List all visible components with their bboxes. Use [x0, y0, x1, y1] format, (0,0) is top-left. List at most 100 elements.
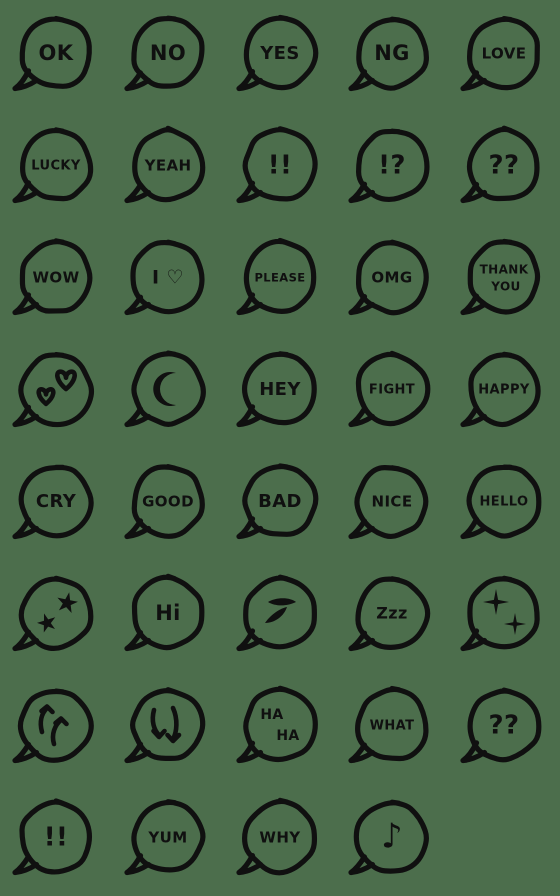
bubble-tail: [236, 628, 264, 652]
emoji-bubble-ok[interactable]: OK: [0, 0, 112, 112]
emoji-bubble-crescent-moon[interactable]: [112, 336, 224, 448]
bubble-label: OK: [39, 41, 74, 65]
emoji-bubble-nice[interactable]: NICE: [336, 448, 448, 560]
bubble-label: FIGHT: [369, 383, 415, 398]
bubble-label: OMG: [371, 269, 412, 287]
emoji-bubble-ng[interactable]: NG: [336, 0, 448, 112]
emoji-bubble-omg[interactable]: OMG: [336, 224, 448, 336]
bubble-label: HEY: [259, 379, 301, 400]
up-arrow-icon: [38, 704, 69, 747]
emoji-bubble-two-hearts[interactable]: [0, 336, 112, 448]
speech-bubble-icon: YEAH: [124, 125, 206, 204]
emoji-bubble-thank-you[interactable]: THANK YOU: [448, 224, 560, 336]
emoji-bubble-zzz[interactable]: Zzz: [336, 560, 448, 672]
bubble-outline: [467, 575, 540, 650]
bubble-label: ??: [489, 151, 520, 181]
bubble-outline: [131, 350, 206, 427]
speech-bubble-icon: YUM: [124, 799, 206, 876]
star-icon: [37, 592, 78, 633]
bubble-tail: [124, 294, 152, 316]
emoji-bubble-down-arrows[interactable]: [112, 672, 224, 784]
bubble-tail: [236, 516, 264, 540]
emoji-bubble-bad[interactable]: BAD: [224, 448, 336, 560]
speech-bubble-icon: [124, 350, 206, 428]
emoji-bubble-yeah[interactable]: YEAH: [112, 112, 224, 224]
emoji-bubble-yes[interactable]: YES: [224, 0, 336, 112]
speech-bubble-icon: ??: [460, 125, 540, 204]
emoji-bubble-ha-ha[interactable]: HA HA: [224, 672, 336, 784]
emoji-bubble-cry[interactable]: CRY: [0, 448, 112, 560]
bubble-label: ♪: [381, 817, 403, 857]
emoji-bubble-why[interactable]: WHY: [224, 784, 336, 896]
bubble-tail: [460, 405, 488, 428]
bubble-outline: [130, 687, 206, 761]
bubble-label: NICE: [372, 493, 413, 511]
speech-bubble-icon: LUCKY: [12, 127, 94, 204]
heart-icon: [36, 369, 77, 407]
emoji-bubble-hello[interactable]: HELLO: [448, 448, 560, 560]
bubble-tail: [348, 630, 376, 652]
bubble-label: Zzz: [376, 604, 407, 623]
bubble-label: I ♡: [152, 267, 184, 289]
emoji-bubble-yum[interactable]: YUM: [112, 784, 224, 896]
speech-bubble-icon: FIGHT: [348, 350, 431, 428]
emoji-bubble-good[interactable]: GOOD: [112, 448, 224, 560]
speech-bubble-icon: [460, 575, 540, 652]
bubble-label-line-2: HA: [276, 728, 299, 744]
emoji-bubble-double-exclamation[interactable]: !!: [224, 112, 336, 224]
emoji-bubble-music-note[interactable]: ♪: [336, 784, 448, 896]
bubble-label: YES: [259, 43, 300, 64]
bubble-label: LOVE: [482, 45, 527, 63]
bubble-label: WOW: [32, 269, 79, 287]
bubble-outline: [18, 575, 94, 652]
emoji-bubble-exclamation-question[interactable]: !?: [336, 112, 448, 224]
emoji-sticker-sheet: OK NO YES NG LOVE LUCKY YEAH!!!??? WOW I ♡ PLEASE…: [0, 0, 560, 896]
emoji-bubble-hey[interactable]: HEY: [224, 336, 336, 448]
bubble-tail: [124, 741, 152, 764]
bubble-tail: [460, 628, 488, 652]
speech-bubble-icon: OK: [12, 15, 92, 92]
speech-bubble-icon: Zzz: [348, 576, 431, 652]
speech-bubble-icon: PLEASE: [236, 237, 317, 316]
bubble-outline: [467, 238, 541, 315]
bubble-tail: [348, 854, 376, 876]
bubble-tail: [236, 740, 264, 764]
speech-bubble-icon: I ♡: [124, 239, 205, 316]
sparkle-icon: [483, 589, 526, 635]
bubble-tail: [236, 404, 264, 428]
emoji-bubble-up-arrows[interactable]: [0, 672, 112, 784]
emoji-bubble-sweat-dashes[interactable]: [224, 560, 336, 672]
bubble-tail: [124, 406, 152, 428]
emoji-bubble-double-question-alt[interactable]: ??: [448, 672, 560, 784]
down-arrow-icon: [150, 705, 182, 744]
bubble-label-line-1: THANK: [480, 263, 529, 277]
bubble-label: !!: [268, 151, 293, 181]
emoji-bubble-what[interactable]: WHAT: [336, 672, 448, 784]
emoji-bubble-double-exclamation-alt[interactable]: !!: [0, 784, 112, 896]
speech-bubble-icon: [236, 574, 317, 652]
speech-bubble-icon: NG: [348, 16, 429, 92]
bubble-tail: [236, 69, 264, 92]
bubble-tail: [348, 181, 376, 204]
emoji-bubble-hi[interactable]: Hi: [112, 560, 224, 672]
bubble-tail: [460, 181, 488, 204]
speech-bubble-icon: !!: [12, 798, 93, 876]
emoji-bubble-double-question[interactable]: ??: [448, 112, 560, 224]
emoji-bubble-happy[interactable]: HAPPY: [448, 336, 560, 448]
emoji-bubble-please[interactable]: PLEASE: [224, 224, 336, 336]
emoji-bubble-lucky[interactable]: LUCKY: [0, 112, 112, 224]
speech-bubble-icon: ??: [460, 687, 542, 764]
speech-bubble-icon: NO: [124, 15, 205, 92]
emoji-bubble-no[interactable]: NO: [112, 0, 224, 112]
speech-bubble-icon: Hi: [124, 573, 205, 652]
bubble-label: Hi: [155, 601, 181, 625]
emoji-bubble-two-stars[interactable]: [0, 560, 112, 672]
bubble-label: YEAH: [144, 157, 192, 175]
speech-bubble-icon: !!: [236, 126, 318, 204]
emoji-bubble-love[interactable]: LOVE: [448, 0, 560, 112]
emoji-bubble-fight[interactable]: FIGHT: [336, 336, 448, 448]
bubble-tail: [12, 404, 40, 428]
emoji-bubble-sparkles[interactable]: [448, 560, 560, 672]
emoji-bubble-wow[interactable]: WOW: [0, 224, 112, 336]
emoji-bubble-i-love[interactable]: I ♡: [112, 224, 224, 336]
